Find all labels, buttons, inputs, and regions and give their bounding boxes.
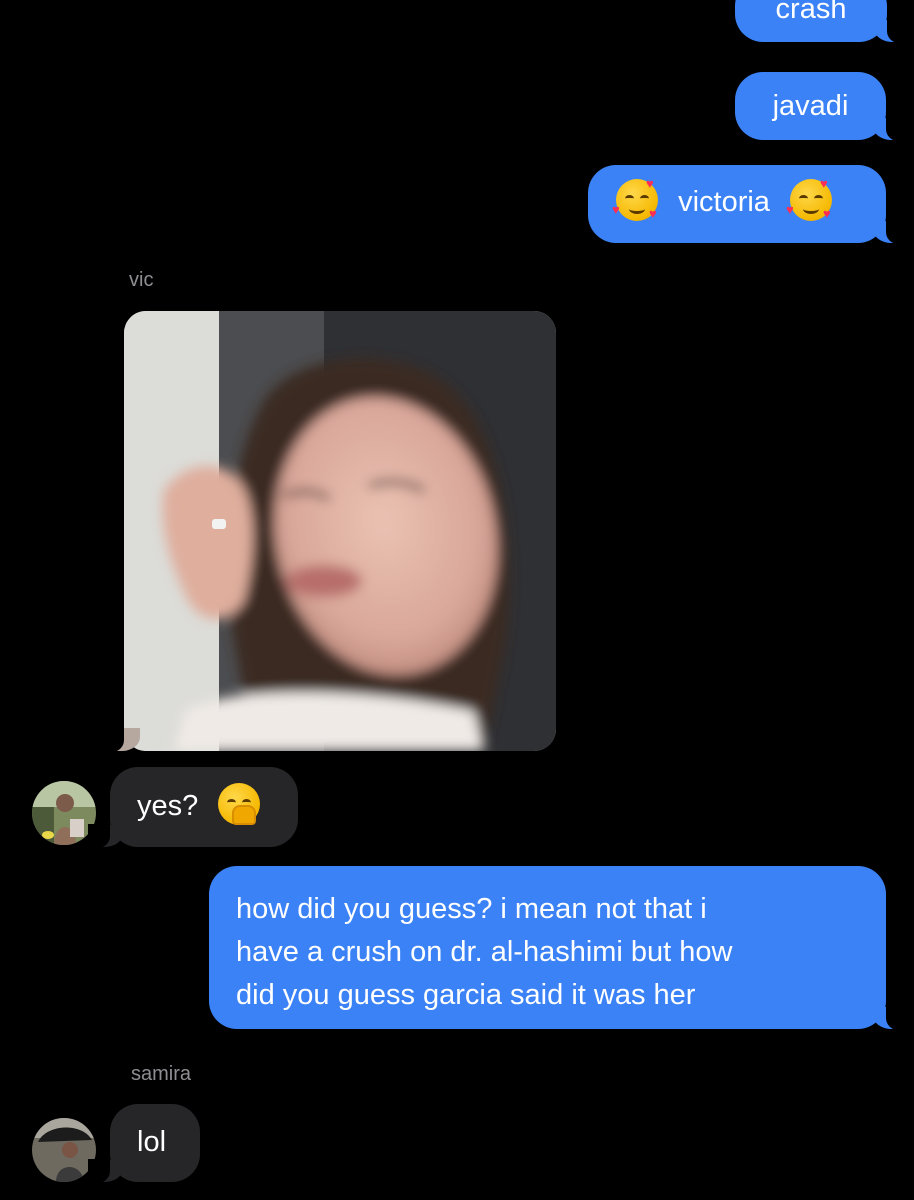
message-text: crash xyxy=(775,0,847,25)
message-bubble-outgoing[interactable]: ♥ ♥ ♥ victoria ♥ ♥ ♥ xyxy=(588,165,908,244)
message-bubble-outgoing[interactable]: how did you guess? i mean not that i hav… xyxy=(209,866,908,1030)
message-text: victoria xyxy=(678,186,770,218)
avatar[interactable] xyxy=(32,781,96,845)
message-bubble-incoming[interactable]: yes? xyxy=(88,767,298,848)
message-bubble-outgoing[interactable]: javadi xyxy=(735,72,908,141)
message-bubble-incoming[interactable]: lol xyxy=(88,1104,200,1183)
message-text-line: how did you guess? i mean not that i xyxy=(236,893,707,925)
avatar-image xyxy=(32,781,96,845)
avatar[interactable] xyxy=(32,1118,96,1182)
photo-image xyxy=(124,311,556,751)
message-text: javadi xyxy=(772,90,849,122)
message-text: yes? xyxy=(137,790,199,822)
message-text-line: did you guess garcia said it was her xyxy=(236,979,696,1011)
message-bubble-outgoing[interactable]: crash xyxy=(735,0,909,43)
smiling-face-with-hearts-icon: ♥ ♥ ♥ xyxy=(612,176,658,222)
avatar-image xyxy=(32,1118,96,1182)
message-text: lol xyxy=(137,1126,167,1158)
message-text-line: have a crush on dr. al-hashimi but how xyxy=(236,936,733,968)
photo-message[interactable] xyxy=(124,311,556,751)
smiling-face-with-hearts-icon: ♥ ♥ ♥ xyxy=(785,176,832,222)
hand-over-mouth-face-icon xyxy=(218,783,261,826)
sender-name: vic xyxy=(129,269,154,291)
sender-name: samira xyxy=(131,1063,192,1085)
